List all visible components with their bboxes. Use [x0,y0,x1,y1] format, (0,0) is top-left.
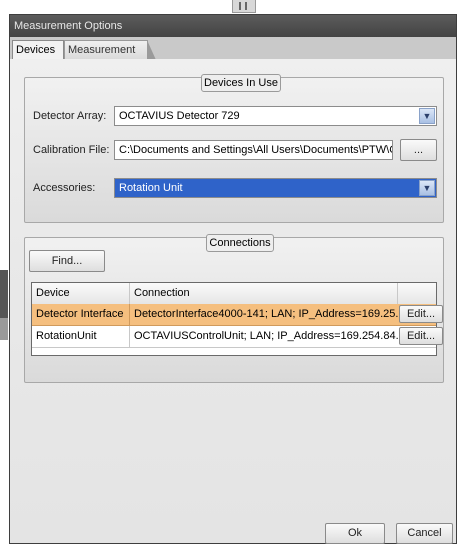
detector-array-value: OCTAVIUS Detector 729 [119,110,240,122]
edit-button[interactable]: Edit... [399,327,443,345]
measurement-options-dialog: Measurement Options Devices Measurement … [9,14,457,544]
tab-measurement[interactable]: Measurement [64,40,156,60]
background-left-edge-lower [0,318,8,340]
device-cell: RotationUnit [32,326,130,347]
accessories-select[interactable]: Rotation Unit ▼ [114,178,437,198]
tab-content: Devices In Use Detector Array: OCTAVIUS … [10,59,456,543]
browse-button[interactable]: ... [400,139,437,161]
column-connection[interactable]: Connection [130,283,398,304]
detector-array-label: Detector Array: [33,110,107,122]
column-device[interactable]: Device [32,283,130,304]
connection-cell: DetectorInterface4000-141; LAN; IP_Addre… [134,308,398,320]
dialog-title: Measurement Options [10,15,456,37]
table-row[interactable]: Detector Interface DetectorInterface4000… [32,304,443,326]
cancel-button[interactable]: Cancel [396,523,453,544]
accessories-value: Rotation Unit [119,182,183,194]
background-grip [232,0,256,13]
chevron-down-icon[interactable]: ▼ [419,180,435,196]
connection-cell: OCTAVIUSControlUnit; LAN; IP_Address=169… [134,330,398,342]
ok-button[interactable]: Ok [325,523,385,544]
chevron-down-icon[interactable]: ▼ [419,108,435,124]
calibration-file-label: Calibration File: [33,144,110,156]
calibration-file-input[interactable]: C:\Documents and Settings\All Users\Docu… [114,140,393,160]
devices-in-use-title: Devices In Use [201,74,281,92]
tab-devices[interactable]: Devices [12,40,64,59]
find-button[interactable]: Find... [29,250,105,272]
column-actions [398,283,436,304]
devices-in-use-group: Devices In Use Detector Array: OCTAVIUS … [24,74,444,223]
device-cell: Detector Interface [32,304,130,325]
accessories-label: Accessories: [33,182,96,194]
detector-array-select[interactable]: OCTAVIUS Detector 729 ▼ [114,106,437,126]
background-app-strip [0,0,461,14]
tab-strip: Devices Measurement [10,37,456,60]
table-header: Device Connection [32,283,436,305]
table-row[interactable]: RotationUnit OCTAVIUSControlUnit; LAN; I… [32,326,443,348]
edit-button[interactable]: Edit... [399,305,443,323]
connections-group: Connections Find... Device Connection De… [24,234,444,383]
connections-title: Connections [206,234,274,252]
connections-table: Device Connection Detector Interface Det… [31,282,443,356]
